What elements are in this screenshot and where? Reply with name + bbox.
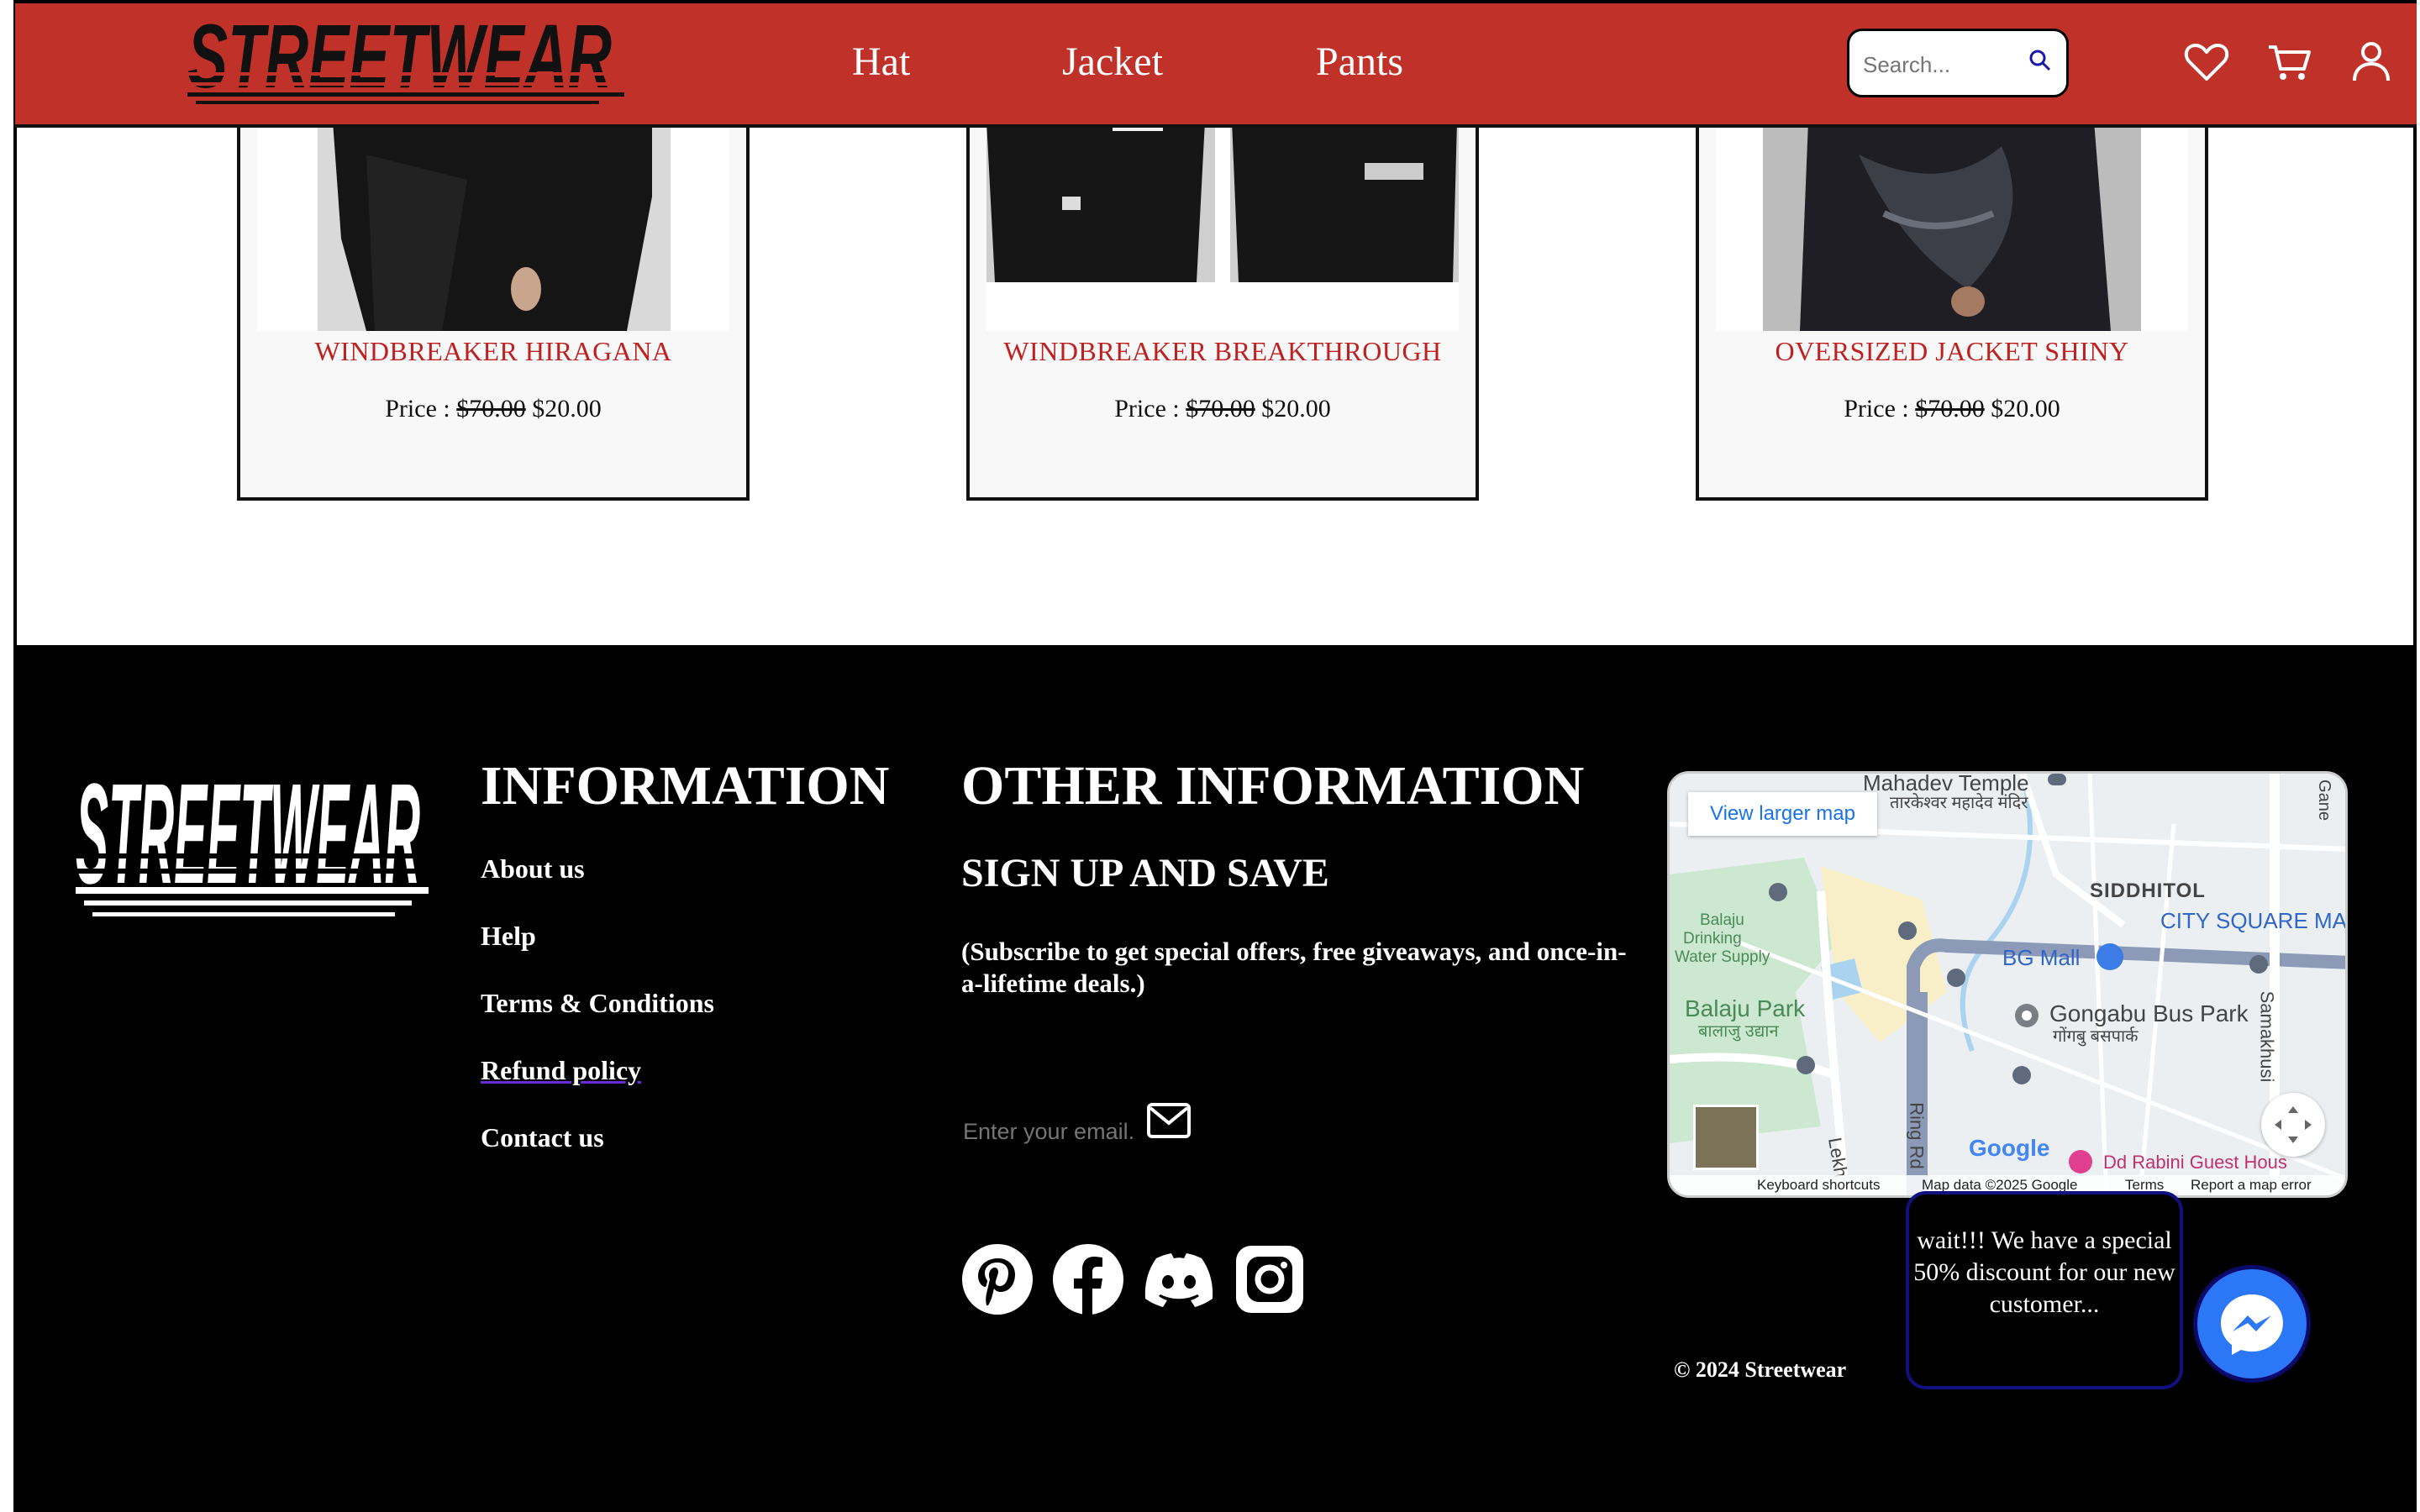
report-map-error-link[interactable]: Report a map error — [2191, 1177, 2312, 1194]
map-label-balaju-water-3: Water Supply — [1675, 948, 1770, 966]
old-price: $70.00 — [456, 395, 526, 423]
product-name[interactable]: OVERSIZED JACKET SHINY — [1699, 336, 2205, 367]
product-price: Price : $70.00 $20.00 — [1699, 395, 2205, 423]
facebook-icon[interactable] — [1052, 1243, 1124, 1315]
footer-link-about[interactable]: About us — [481, 853, 585, 885]
map-label-temple-local: तारकेश्वर महादेव मंदिर — [1890, 794, 2028, 812]
product-price: Price : $70.00 $20.00 — [970, 395, 1476, 423]
old-price: $70.00 — [1915, 395, 1985, 423]
product-card[interactable]: WINDBREAKER BREAKTHROUGH Price : $70.00 … — [966, 118, 1479, 501]
map-label-bg-mall: BG Mall — [2002, 945, 2081, 970]
instagram-icon[interactable] — [1234, 1243, 1306, 1315]
cart-icon[interactable] — [2264, 37, 2314, 87]
fullscreen-icon — [2275, 1106, 2312, 1143]
footer-link-terms[interactable]: Terms & Conditions — [481, 988, 714, 1019]
price-label: Price : — [385, 395, 450, 423]
messenger-button[interactable] — [2193, 1265, 2311, 1383]
google-logo: Google — [1969, 1135, 2050, 1161]
pinterest-icon[interactable] — [961, 1243, 1034, 1315]
other-information-title: OTHER INFORMATION — [961, 755, 1585, 816]
product-image[interactable] — [986, 121, 1459, 331]
site-header: STREETWEAR Hat Jacket Pants — [15, 3, 2417, 128]
map-label-siddhitol: SIDDHITOL — [2090, 879, 2206, 902]
user-icon[interactable] — [2346, 37, 2396, 87]
map-label-gongabu-local: गोंगबु बसपार्क — [2053, 1027, 2139, 1046]
map-label-balaju-water-1: Balaju — [1700, 911, 1744, 929]
old-price: $70.00 — [1186, 395, 1255, 423]
map-label-balaju-park-local: बालाजु उद्यान — [1698, 1022, 1779, 1041]
new-price: $20.00 — [1261, 395, 1331, 423]
product-name[interactable]: WINDBREAKER BREAKTHROUGH — [970, 336, 1476, 367]
search-box — [1847, 29, 2069, 97]
heart-icon[interactable] — [2181, 37, 2232, 87]
location-map[interactable]: View larger map Mahadev Temple तारकेश्वर… — [1667, 771, 2348, 1198]
streetwear-logo[interactable]: STREETWEAR — [76, 753, 429, 921]
nav-hat[interactable]: Hat — [852, 39, 910, 85]
discount-popup[interactable]: wait!!! We have a special 50% discount f… — [1906, 1191, 2183, 1389]
satellite-toggle[interactable] — [1693, 1105, 1759, 1170]
footer-link-help[interactable]: Help — [481, 921, 536, 952]
product-price: Price : $70.00 $20.00 — [240, 395, 746, 423]
signup-title: SIGN UP AND SAVE — [961, 851, 1329, 895]
nav-jacket[interactable]: Jacket — [1062, 39, 1163, 85]
new-price: $20.00 — [532, 395, 602, 423]
footer-link-contact[interactable]: Contact us — [481, 1122, 604, 1153]
map-label-balaju-water-2: Drinking — [1683, 930, 1742, 948]
map-label-gane: Gane — [2314, 780, 2333, 821]
map-label-guest-house: Dd Rabini Guest Hous — [2103, 1152, 2287, 1173]
product-card[interactable]: OVERSIZED JACKET SHINY Price : $70.00 $2… — [1696, 118, 2208, 501]
product-card[interactable]: WINDBREAKER HIRAGANA Price : $70.00 $20.… — [237, 118, 750, 501]
streetwear-logo[interactable]: STREETWEAR — [187, 13, 624, 108]
copyright: © 2024 Streetwear — [1674, 1357, 1847, 1382]
price-label: Price : — [1844, 395, 1909, 423]
nav-pants[interactable]: Pants — [1316, 39, 1403, 85]
messenger-icon — [2221, 1294, 2283, 1355]
email-input[interactable] — [961, 1112, 1150, 1151]
search-input[interactable] — [1861, 48, 2033, 81]
fullscreen-button[interactable] — [2261, 1093, 2325, 1157]
information-title: INFORMATION — [481, 755, 890, 816]
signup-description: (Subscribe to get special offers, free g… — [961, 937, 1627, 998]
map-label-ring-rd: Ring Rd — [1906, 1102, 1928, 1169]
view-larger-map-link[interactable]: View larger map — [1688, 792, 1877, 836]
map-label-city-square: CITY SQUARE MA — [2160, 908, 2348, 933]
price-label: Price : — [1114, 395, 1180, 423]
new-price: $20.00 — [1991, 395, 2060, 423]
mail-icon[interactable] — [1146, 1102, 1192, 1139]
discord-icon[interactable] — [1143, 1243, 1215, 1315]
search-icon[interactable] — [2028, 48, 2053, 73]
keyboard-shortcuts-link[interactable]: Keyboard shortcuts — [1757, 1177, 1880, 1194]
product-image[interactable] — [1716, 121, 2188, 331]
product-image[interactable] — [257, 121, 729, 331]
map-label-samakhusi: Samakhusi — [2256, 990, 2278, 1083]
product-name[interactable]: WINDBREAKER HIRAGANA — [240, 336, 746, 367]
footer-link-refund[interactable]: Refund policy — [481, 1055, 641, 1086]
